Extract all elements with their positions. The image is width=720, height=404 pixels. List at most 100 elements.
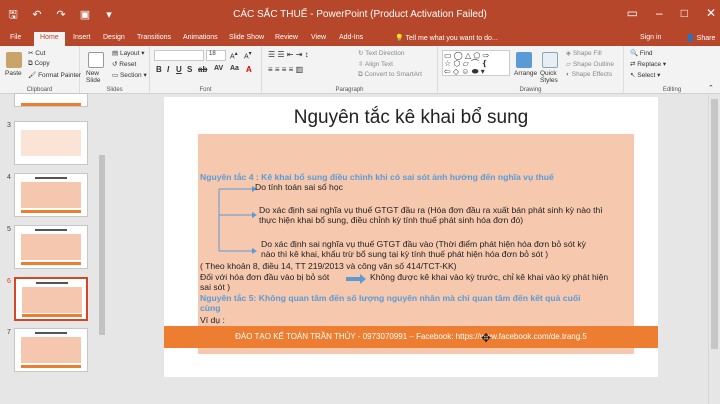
find-button[interactable]: 🔍 Find <box>630 49 653 57</box>
principle-4-heading: Nguyên tắc 4 : Kê khai bổ sung điều chỉn… <box>200 172 554 182</box>
italic-icon[interactable]: I <box>167 65 169 74</box>
tab-insert[interactable]: Insert <box>73 34 91 41</box>
cut-button[interactable]: ✂ Cut <box>28 49 45 57</box>
tab-design[interactable]: Design <box>103 34 125 41</box>
arrange-icon[interactable] <box>516 52 532 68</box>
bullet-arithmetic-error: Do tính toán sai số học <box>255 182 343 192</box>
principle-5-line2: cùng <box>200 303 221 313</box>
drawing-group-label: Drawing <box>519 87 542 93</box>
layout-button[interactable]: ▤ Layout ▾ <box>112 49 145 57</box>
paste-button[interactable]: Paste <box>5 70 22 77</box>
paste-icon[interactable] <box>6 52 22 68</box>
strikethrough-icon[interactable]: ab <box>198 65 207 74</box>
text-direction-button[interactable]: ↻ Text Direction <box>358 49 405 57</box>
minimize-button[interactable]: – <box>656 6 663 20</box>
font-group: 18 A▴ A▾ B I U S ab AV Aa A Font <box>150 46 262 94</box>
quick-styles-icon[interactable] <box>542 52 558 68</box>
example-label: Ví dụ : <box>200 315 225 325</box>
slides-group-label: Slides <box>106 87 123 93</box>
paragraph-group: ☰ ☰ ⇤ ⇥ ↕ ≡ ≡ ≡ ≡ ▥ ↻ Text Direction ⇳ A… <box>262 46 438 94</box>
cut-label: Cut <box>35 50 46 57</box>
slide-thumbnail-6[interactable] <box>14 277 88 321</box>
tab-slide-show[interactable]: Slide Show <box>229 34 264 41</box>
thumbnail-scrollbar[interactable] <box>98 95 106 404</box>
text-direction-label: Text Direction <box>365 50 405 57</box>
tab-review[interactable]: Review <box>275 34 298 41</box>
format-painter-button[interactable]: 🖌 Format Painter <box>28 71 81 79</box>
legal-reference: ( Theo khoản 8, điều 14, TT 219/2013 và … <box>200 261 457 271</box>
font-name-select[interactable] <box>154 50 204 61</box>
layout-label: Layout <box>119 50 140 57</box>
bold-icon[interactable]: B <box>156 65 162 74</box>
copy-button[interactable]: ⧉ Copy <box>28 60 50 68</box>
slide-scrollbar-thumb[interactable] <box>711 99 718 349</box>
share-label: Share <box>696 35 716 42</box>
bullets-icon[interactable]: ☰ ☰ ⇤ ⇥ ↕ <box>268 50 309 59</box>
current-slide[interactable]: Nguyên tắc kê khai bổ sung Nguyên tắc 4 … <box>164 97 658 377</box>
slide-number: 3 <box>7 122 11 129</box>
sign-in-link[interactable]: Sign in <box>640 34 661 41</box>
slide-thumbnail-7[interactable] <box>14 328 88 372</box>
tab-home[interactable]: Home <box>34 32 65 46</box>
change-case-icon[interactable]: Aa <box>230 65 239 72</box>
find-label: Find <box>639 50 653 57</box>
maximize-button[interactable]: □ <box>681 6 688 20</box>
tab-view[interactable]: View <box>311 34 326 41</box>
slide-number: 5 <box>7 226 11 233</box>
underline-icon[interactable]: U <box>176 65 182 74</box>
tab-file[interactable]: File <box>10 34 21 41</box>
move-cursor-icon: ✥ <box>481 331 492 345</box>
arrange-button[interactable]: Arrange <box>514 70 537 77</box>
shape-fill-button[interactable]: ◈ Shape Fill <box>566 49 602 57</box>
slide-thumbnail-5[interactable] <box>14 225 88 269</box>
tell-me-search[interactable]: 💡 Tell me what you want to do... <box>395 34 498 42</box>
editing-group: 🔍 Find ⇄ Replace ▾ ↖ Select ▾ Editing <box>624 46 720 94</box>
shadow-icon[interactable]: S <box>187 65 192 74</box>
bullet-output-vat-line1: Do xác định sai nghĩa vụ thuế GTGT đầu r… <box>259 205 603 215</box>
align-text-button[interactable]: ⇳ Align Text <box>358 60 393 68</box>
share-button[interactable]: 👤 Share <box>686 34 715 42</box>
slide-number: 4 <box>7 174 11 181</box>
shape-fill-label: Shape Fill <box>572 50 602 57</box>
ribbon-display-options-icon[interactable]: ▭ <box>627 6 638 20</box>
shrink-font-icon[interactable]: A▾ <box>244 51 252 60</box>
window-controls: ▭ – □ ✕ <box>627 6 716 20</box>
slide-footer[interactable]: ĐÀO TẠO KẾ TOÁN TRẦN THỦY - 0973070991 –… <box>164 326 658 348</box>
shape-effects-button[interactable]: ◐ Shape Effects <box>566 71 612 78</box>
slide-thumbnail-partial[interactable] <box>14 93 88 107</box>
new-slide-button[interactable]: New Slide <box>86 70 110 84</box>
replace-button[interactable]: ⇄ Replace ▾ <box>630 60 666 68</box>
collapse-ribbon-icon[interactable]: ⌃ <box>708 84 714 92</box>
alignment-icons[interactable]: ≡ ≡ ≡ ≡ ▥ <box>268 65 303 74</box>
shapes-gallery[interactable]: ▭ ◯ △ ⬠ ⇨ ☆ ⬡ ▱ ⌒ ❴ ⇦ ◇ ☺ ⬬ ▾ <box>442 50 510 76</box>
new-slide-icon[interactable] <box>88 52 104 68</box>
grow-font-icon[interactable]: A▴ <box>230 51 238 60</box>
font-color-icon[interactable]: A <box>246 65 252 74</box>
tab-animations[interactable]: Animations <box>183 34 218 41</box>
slide-title[interactable]: Nguyên tắc kê khai bổ sung <box>164 107 658 129</box>
bullet-input-vat-line2: nào thì kê khai, khấu trừ bổ sung tại kỳ… <box>261 249 549 259</box>
convert-smartart-button[interactable]: ⧉ Convert to SmartArt <box>358 71 422 79</box>
input-invoice-text: Đối với hóa đơn đầu vào bị bỏ sót <box>200 272 330 282</box>
title-bar: 🖫 ↶ ↷ ▣ ▾ CÁC SẮC THUẾ - PowerPoint (Pro… <box>0 0 720 32</box>
slide-thumbnail-3[interactable] <box>14 121 88 165</box>
slide-thumbnail-4[interactable] <box>14 173 88 217</box>
section-button[interactable]: ▭ Section ▾ <box>112 71 147 79</box>
format-painter-label: Format Painter <box>38 72 82 79</box>
slide-vertical-scrollbar[interactable] <box>708 95 720 404</box>
shape-effects-label: Shape Effects <box>571 71 613 78</box>
quick-styles-button[interactable]: Quick Styles <box>540 70 564 84</box>
input-invoice-rule-cont: sai sót ) <box>200 282 231 292</box>
content-box[interactable]: Nguyên tắc 4 : Kê khai bổ sung điều chỉn… <box>198 134 634 354</box>
character-spacing-icon[interactable]: AV <box>214 65 223 72</box>
thumbnail-scrollbar-thumb[interactable] <box>99 155 105 335</box>
tab-add-ins[interactable]: Add-Ins <box>339 34 363 41</box>
shape-outline-button[interactable]: ▱ Shape Outline <box>566 60 614 68</box>
bullet-output-vat-line2: thực hiện khai bổ sung, điều chỉnh kỳ tí… <box>259 215 524 225</box>
select-button[interactable]: ↖ Select ▾ <box>630 71 660 79</box>
reset-button[interactable]: ↺ Reset <box>112 60 136 68</box>
tab-transitions[interactable]: Transitions <box>137 34 171 41</box>
close-button[interactable]: ✕ <box>706 6 716 20</box>
align-text-label: Align Text <box>364 61 393 68</box>
font-size-select[interactable]: 18 <box>206 50 226 61</box>
